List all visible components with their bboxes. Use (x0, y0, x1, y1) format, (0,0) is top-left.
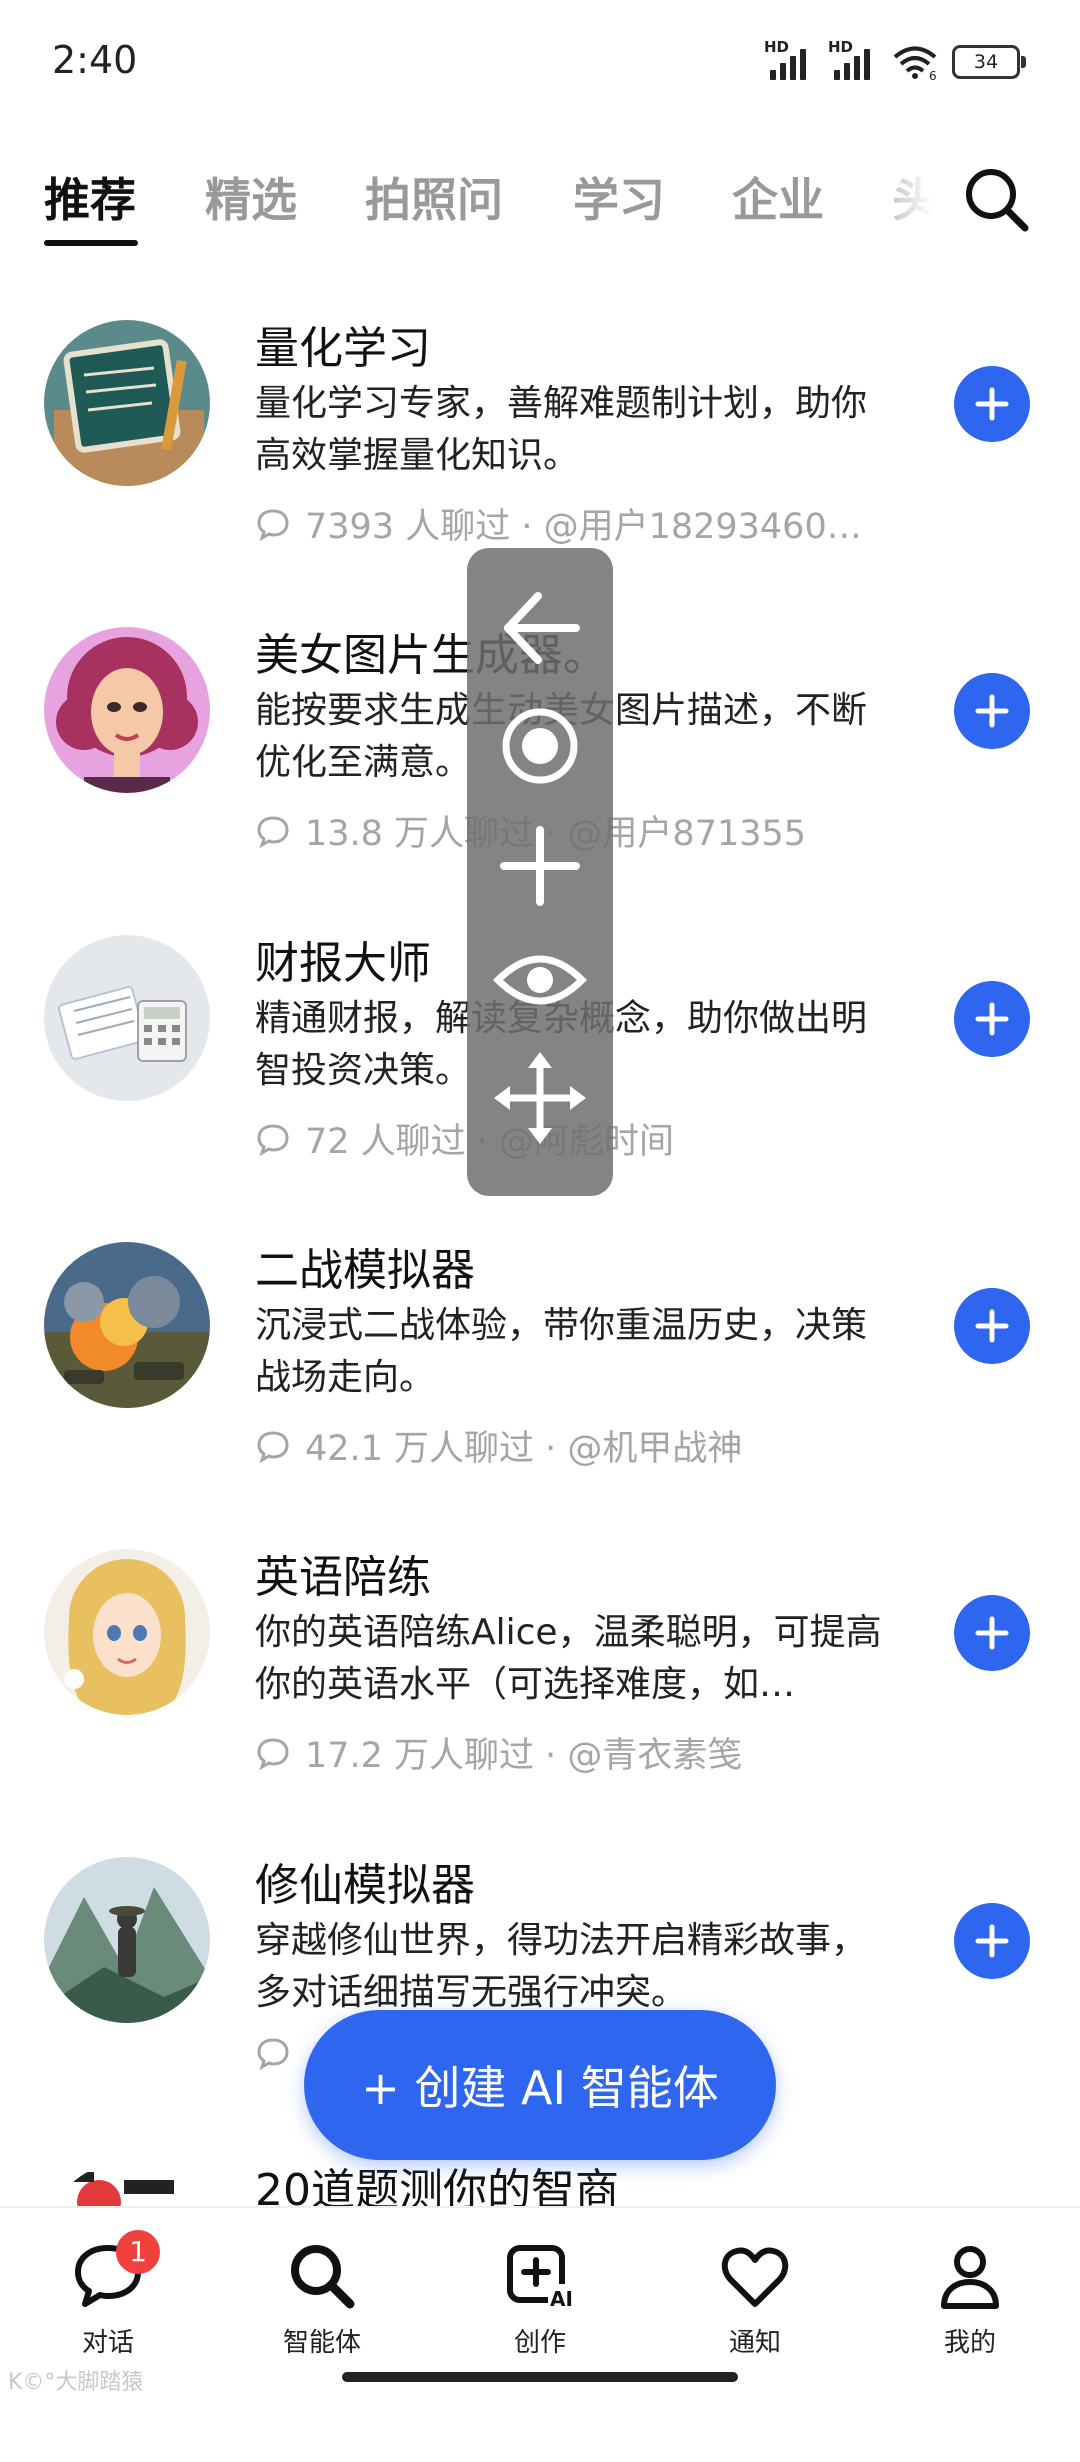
create-ai-icon-text: AI (550, 2287, 573, 2311)
status-icons: HD HD 6 34 (764, 38, 1026, 80)
plus-icon (975, 1616, 1009, 1650)
nav-agents[interactable]: 智能体 (242, 2238, 402, 2359)
nav-label: 我的 (943, 2328, 996, 2358)
chat-bubble-icon (257, 815, 289, 848)
agent-meta: 7393 人聊过 · @用户18293460… (255, 498, 915, 549)
chat-bubble-icon (257, 1737, 289, 1770)
tab-recommend[interactable]: 推荐 (44, 164, 136, 230)
agent-avatar (44, 1857, 210, 2023)
agent-title: 财报大师 (255, 938, 431, 989)
nav-label: 对话 (81, 2328, 134, 2358)
home-indicator[interactable] (342, 2372, 738, 2382)
plus-icon[interactable] (490, 816, 590, 916)
add-agent-button[interactable] (954, 1595, 1030, 1671)
wifi-label: 6 (929, 69, 937, 80)
add-agent-button[interactable] (954, 1288, 1030, 1364)
agent-meta-text: 7393 人聊过 · @用户18293460… (305, 507, 862, 547)
signal-hd-label: HD (764, 38, 790, 56)
active-tab-indicator (44, 240, 138, 246)
watermark: K©°大脚踏猿 (8, 2370, 144, 2395)
agent-avatar (44, 1242, 210, 1408)
plus-icon (975, 1002, 1009, 1036)
plus-icon (975, 387, 1009, 421)
agent-description: 你的英语陪练Alice，温柔聪明，可提高你的英语水平（可选择难度，如… (255, 1612, 882, 1705)
agent-title: 量化学习 (255, 323, 431, 374)
agent-avatar (44, 320, 210, 486)
floating-tool-panel[interactable] (467, 548, 613, 1196)
add-agent-button[interactable] (954, 366, 1030, 442)
tab-enterprise[interactable]: 企业 (732, 164, 824, 230)
chat-bubble-icon (257, 508, 289, 541)
signal-hd-label: HD (828, 38, 854, 56)
arrow-left-icon[interactable] (490, 578, 590, 678)
screenshot-icon[interactable] (490, 696, 590, 796)
create-agent-button[interactable]: + 创建 AI 智能体 (304, 2010, 776, 2160)
agent-description: 沉浸式二战体验，带你重温历史，决策战场走向。 (255, 1305, 868, 1398)
eye-icon[interactable] (490, 930, 590, 1030)
battery-icon: 34 (952, 45, 1026, 79)
status-time: 2:40 (52, 38, 138, 82)
add-agent-button[interactable] (954, 981, 1030, 1057)
plus-icon (975, 694, 1009, 728)
agent-avatar (44, 627, 210, 793)
nav-label: 创作 (513, 2328, 566, 2358)
unread-badge: 1 (116, 2230, 160, 2274)
agent-title: 修仙模拟器 (255, 1860, 475, 1911)
agent-title: 二战模拟器 (255, 1245, 475, 1296)
nav-create[interactable]: AI 创作 (460, 2238, 620, 2359)
chat-bubble-icon (257, 2038, 289, 2071)
agent-avatar (44, 935, 210, 1101)
agent-meta-text: 17.2 万人聊过 · @青衣素笺 (305, 1736, 743, 1776)
nav-label: 通知 (728, 2328, 781, 2358)
agent-description: 量化学习专家，善解难题制计划，助你高效掌握量化知识。 (255, 383, 868, 476)
agent-item[interactable]: 二战模拟器 沉浸式二战体验，带你重温历史，决策战场走向。 42.1 万人聊过 ·… (0, 1242, 1080, 1542)
plus-icon (975, 1309, 1009, 1343)
search-icon (291, 2245, 355, 2309)
signal-icon: HD (764, 38, 814, 80)
tab-fade (860, 150, 950, 250)
add-agent-button[interactable] (954, 673, 1030, 749)
tab-featured[interactable]: 精选 (205, 164, 297, 230)
nav-label: 智能体 (282, 2328, 361, 2358)
agent-description: 穿越修仙世界，得功法开启精彩故事，多对话细描写无强行冲突。 (255, 1920, 868, 2013)
nav-chat[interactable]: 1 对话 (28, 2230, 188, 2359)
tab-photo-ask[interactable]: 拍照问 (365, 164, 503, 230)
tab-study[interactable]: 学习 (573, 164, 665, 230)
add-agent-button[interactable] (954, 1903, 1030, 1979)
agent-avatar (44, 1549, 210, 1715)
category-tabs: 推荐 精选 拍照问 学习 企业 头 (0, 150, 1080, 250)
signal-icon: HD (828, 38, 878, 80)
agent-meta: 17.2 万人聊过 · @青衣素笺 (255, 1727, 915, 1778)
heart-icon (721, 2247, 789, 2307)
agent-item[interactable]: 英语陪练 你的英语陪练Alice，温柔聪明，可提高你的英语水平（可选择难度，如…… (0, 1549, 1080, 1849)
agent-title: 英语陪练 (255, 1552, 431, 1603)
agent-meta-text: 42.1 万人聊过 · @机甲战神 (305, 1429, 743, 1469)
chat-bubble-icon (257, 1430, 289, 1463)
plus-icon (975, 1924, 1009, 1958)
search-icon[interactable] (955, 158, 1035, 238)
nav-profile[interactable]: 我的 (890, 2238, 1050, 2359)
agent-meta: 42.1 万人聊过 · @机甲战神 (255, 1420, 915, 1471)
create-ai-icon: AI (507, 2245, 576, 2311)
move-icon[interactable] (490, 1048, 590, 1148)
wifi-icon: 6 (893, 46, 937, 80)
status-bar: 2:40 HD HD 6 34 (0, 0, 1080, 130)
profile-icon (941, 2246, 999, 2309)
nav-notify[interactable]: 通知 (675, 2238, 835, 2359)
chat-bubble-icon (257, 1123, 289, 1156)
